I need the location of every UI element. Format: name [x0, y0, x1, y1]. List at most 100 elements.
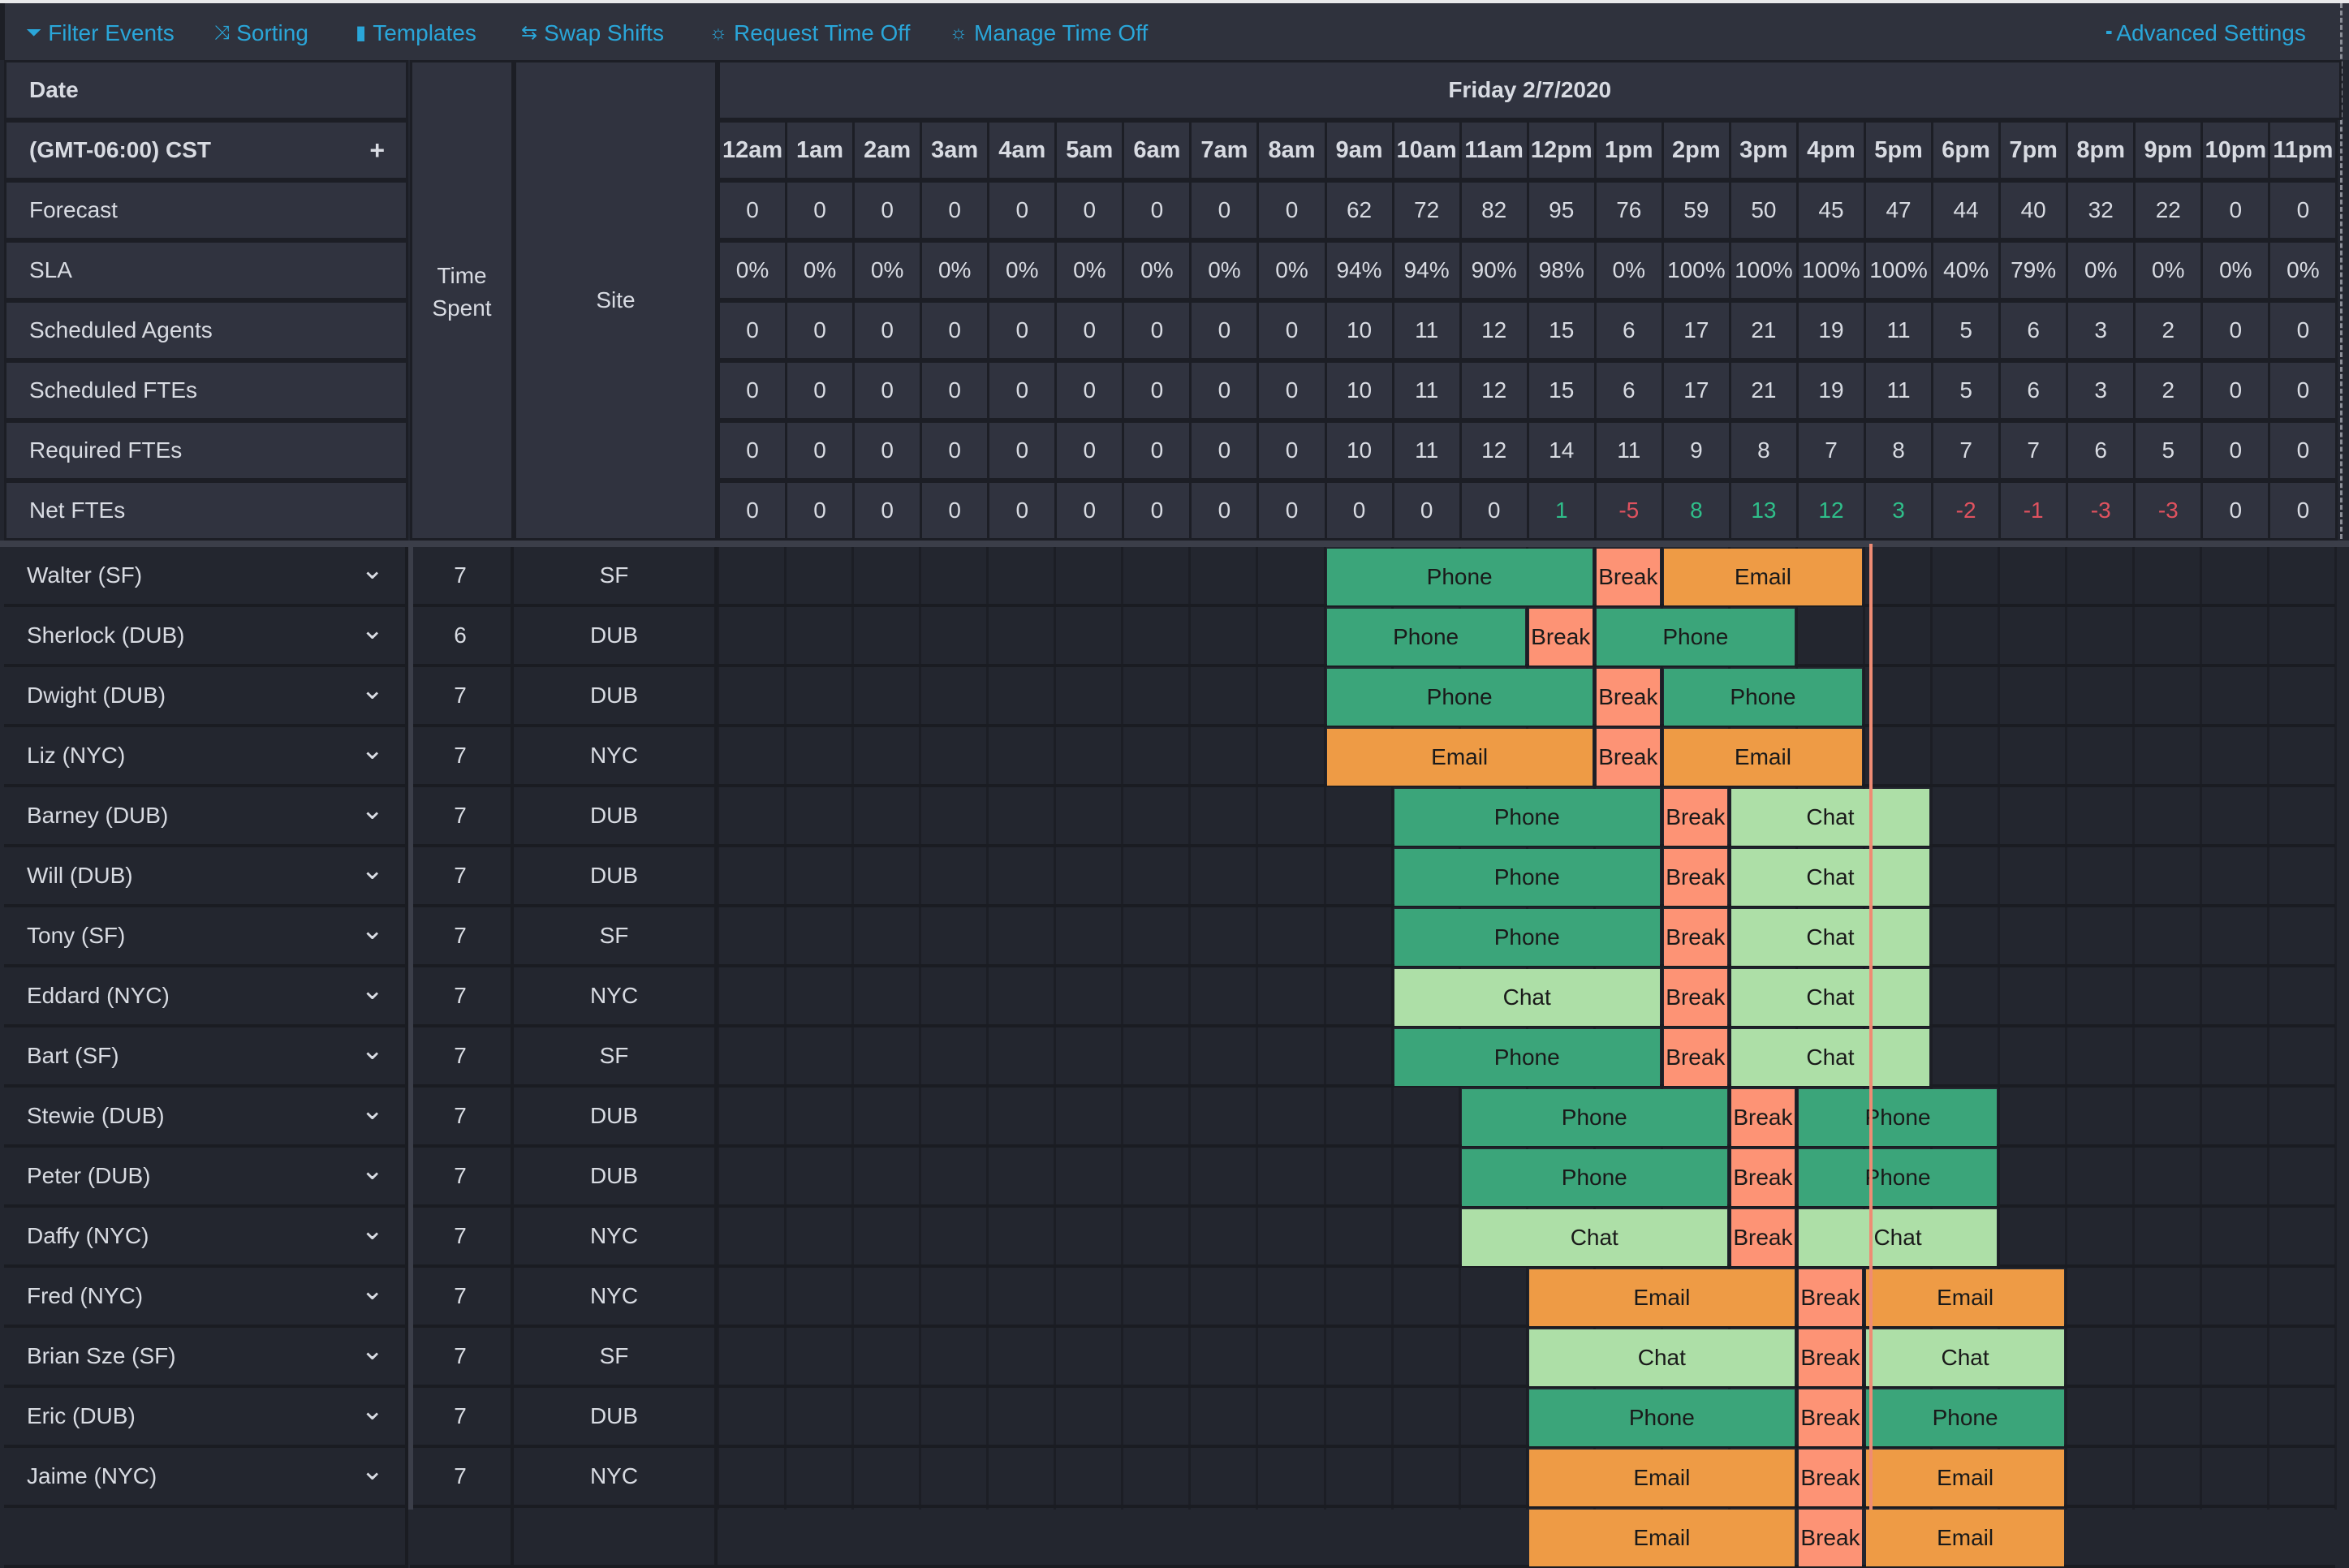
shift-block-break[interactable]: Break — [1731, 1209, 1795, 1266]
shift-block-chat[interactable]: Chat — [1731, 909, 1930, 966]
shift-block-break[interactable]: Break — [1663, 849, 1727, 906]
shift-block-chat[interactable]: Chat — [1731, 969, 1930, 1026]
shift-block-phone[interactable]: Phone — [1326, 549, 1593, 605]
shift-block-break[interactable]: Break — [1798, 1329, 1862, 1386]
toolbar-filter-events-button[interactable]: ⏷ Filter Events — [26, 3, 175, 60]
agent-name-cell[interactable]: Eric (DUB) ⌄ — [4, 1388, 408, 1448]
agent-name-cell[interactable]: Brian Sze (SF) ⌄ — [4, 1328, 408, 1388]
shift-block-break[interactable]: Break — [1731, 1089, 1795, 1146]
chevron-down-icon[interactable]: ⌄ — [361, 1268, 385, 1313]
toolbar-request-time-off-button[interactable]: ☼ Request Time Off — [709, 3, 910, 60]
timezone-selector[interactable]: (GMT-06:00) CST + — [4, 120, 408, 180]
chevron-down-icon[interactable]: ⌄ — [361, 907, 385, 953]
hour-header-5am: 5am — [1054, 120, 1125, 180]
agent-name-cell[interactable]: Barney (DUB) ⌄ — [4, 787, 408, 847]
site-header[interactable]: Site — [514, 60, 718, 541]
chevron-down-icon[interactable]: ⌄ — [361, 1088, 385, 1133]
agent-name: Stewie (DUB) — [27, 1103, 165, 1128]
shift-block-break[interactable]: Break — [1798, 1450, 1862, 1506]
shift-block-phone[interactable]: Phone — [1461, 1149, 1727, 1206]
shift-block-break[interactable]: Break — [1798, 1269, 1862, 1326]
chevron-down-icon[interactable]: ⌄ — [361, 667, 385, 713]
agent-name-cell[interactable]: Jaime (NYC) ⌄ — [4, 1448, 408, 1508]
shift-block-chat[interactable]: Chat — [1528, 1329, 1795, 1386]
agent-name-cell[interactable]: Daffy (NYC) ⌄ — [4, 1208, 408, 1268]
agent-name-cell[interactable] — [4, 1508, 408, 1568]
chevron-down-icon[interactable]: ⌄ — [361, 1148, 385, 1193]
agent-name-cell[interactable]: Liz (NYC) ⌄ — [4, 727, 408, 787]
shift-block-email[interactable]: Email — [1326, 729, 1593, 786]
agent-name-cell[interactable]: Will (DUB) ⌄ — [4, 847, 408, 907]
agent-name-cell[interactable]: Sherlock (DUB) ⌄ — [4, 607, 408, 667]
shift-block-phone[interactable]: Phone — [1326, 669, 1593, 726]
chevron-down-icon[interactable]: ⌄ — [361, 1448, 385, 1493]
agent-name-cell[interactable]: Dwight (DUB) ⌄ — [4, 667, 408, 727]
shift-block-chat[interactable]: Chat — [1731, 789, 1930, 846]
chevron-down-icon[interactable]: ⌄ — [361, 847, 385, 893]
shift-block-email[interactable]: Email — [1528, 1450, 1795, 1506]
shift-block-email[interactable]: Email — [1528, 1510, 1795, 1566]
shift-block-phone[interactable]: Phone — [1798, 1089, 1998, 1146]
shift-block-break[interactable]: Break — [1596, 669, 1660, 726]
agent-name-cell[interactable]: Fred (NYC) ⌄ — [4, 1268, 408, 1328]
shift-block-chat[interactable]: Chat — [1866, 1329, 2065, 1386]
shift-block-break[interactable]: Break — [1798, 1389, 1862, 1446]
shift-block-email[interactable]: Email — [1866, 1269, 2065, 1326]
shift-block-break[interactable]: Break — [1663, 969, 1727, 1026]
chevron-down-icon[interactable]: ⌄ — [361, 547, 385, 592]
shift-block-phone[interactable]: Phone — [1461, 1089, 1727, 1146]
shift-block-phone[interactable]: Phone — [1663, 669, 1862, 726]
add-timezone-button[interactable]: + — [369, 123, 385, 178]
shift-block-email[interactable]: Email — [1528, 1269, 1795, 1326]
shift-block-phone[interactable]: Phone — [1394, 1029, 1660, 1086]
shift-block-email[interactable]: Email — [1866, 1510, 2065, 1566]
toolbar-sorting-button[interactable]: ⤨ Sorting — [214, 3, 308, 60]
shift-block-break[interactable]: Break — [1596, 729, 1660, 786]
agent-name-cell[interactable]: Walter (SF) ⌄ — [4, 547, 408, 607]
chevron-down-icon[interactable]: ⌄ — [361, 1388, 385, 1433]
shift-block-chat[interactable]: Chat — [1394, 969, 1660, 1026]
shift-block-phone[interactable]: Phone — [1394, 849, 1660, 906]
shift-block-email[interactable]: Email — [1866, 1450, 2065, 1506]
shift-block-break[interactable]: Break — [1663, 1029, 1727, 1086]
shift-block-phone[interactable]: Phone — [1326, 609, 1525, 666]
toolbar-manage-time-off-button[interactable]: ☼ Manage Time Off — [950, 3, 1148, 60]
shift-block-chat[interactable]: Chat — [1461, 1209, 1727, 1266]
shift-block-phone[interactable]: Phone — [1596, 609, 1795, 666]
advanced-settings-button[interactable]: ▪▪ Advanced Settings — [2105, 3, 2306, 60]
agent-name-cell[interactable]: Tony (SF) ⌄ — [4, 907, 408, 967]
toolbar-swap-shifts-button[interactable]: ⇆ Swap Shifts — [521, 3, 664, 60]
agent-name-cell[interactable]: Peter (DUB) ⌄ — [4, 1148, 408, 1208]
shift-block-email[interactable]: Email — [1663, 729, 1862, 786]
shift-block-phone[interactable]: Phone — [1798, 1149, 1998, 1206]
shift-block-break[interactable]: Break — [1731, 1149, 1795, 1206]
time-spent-header[interactable]: Time Spent — [410, 60, 514, 541]
shift-block-phone[interactable]: Phone — [1394, 789, 1660, 846]
shift-block-chat[interactable]: Chat — [1798, 1209, 1998, 1266]
shift-block-chat[interactable]: Chat — [1731, 849, 1930, 906]
shift-block-break[interactable]: Break — [1596, 549, 1660, 605]
metric-value: 72 — [1391, 180, 1462, 240]
hour-header-5pm: 5pm — [1864, 120, 1934, 180]
shift-block-break[interactable]: Break — [1528, 609, 1593, 666]
chevron-down-icon[interactable]: ⌄ — [361, 1328, 385, 1373]
agent-name-cell[interactable]: Stewie (DUB) ⌄ — [4, 1088, 408, 1148]
agent-name-cell[interactable]: Bart (SF) ⌄ — [4, 1027, 408, 1088]
agent-name-cell[interactable]: Eddard (NYC) ⌄ — [4, 967, 408, 1027]
shift-block-phone[interactable]: Phone — [1528, 1389, 1795, 1446]
chevron-down-icon[interactable]: ⌄ — [361, 727, 385, 773]
name-column-separator[interactable] — [408, 541, 413, 1510]
shift-block-break[interactable]: Break — [1798, 1510, 1862, 1566]
chevron-down-icon[interactable]: ⌄ — [361, 1027, 385, 1073]
shift-block-email[interactable]: Email — [1663, 549, 1862, 605]
shift-block-break[interactable]: Break — [1663, 909, 1727, 966]
shift-block-chat[interactable]: Chat — [1731, 1029, 1930, 1086]
shift-block-phone[interactable]: Phone — [1866, 1389, 2065, 1446]
shift-block-break[interactable]: Break — [1663, 789, 1727, 846]
chevron-down-icon[interactable]: ⌄ — [361, 607, 385, 653]
toolbar-templates-button[interactable]: ▮ Templates — [356, 3, 476, 60]
chevron-down-icon[interactable]: ⌄ — [361, 787, 385, 833]
chevron-down-icon[interactable]: ⌄ — [361, 967, 385, 1013]
shift-block-phone[interactable]: Phone — [1394, 909, 1660, 966]
chevron-down-icon[interactable]: ⌄ — [361, 1208, 385, 1253]
